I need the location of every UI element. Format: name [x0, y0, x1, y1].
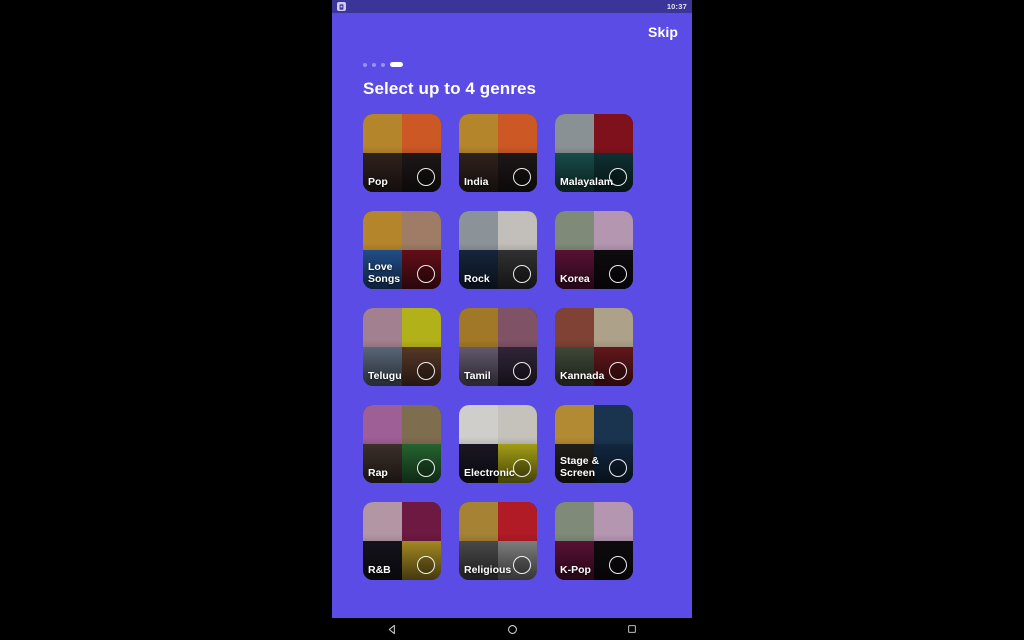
- album-art-tile: [459, 211, 498, 250]
- album-art-tile: [459, 502, 498, 541]
- album-art-tile: [555, 541, 594, 580]
- genre-select-toggle[interactable]: [609, 168, 627, 186]
- album-art-tile: [459, 541, 498, 580]
- album-art-tile: [363, 541, 402, 580]
- album-art-tile: [594, 211, 633, 250]
- album-art-tile: [363, 114, 402, 153]
- genre-card[interactable]: Pop: [363, 114, 441, 192]
- album-art-tile: [459, 347, 498, 386]
- genre-card[interactable]: Stage & Screen: [555, 405, 633, 483]
- recents-square-icon[interactable]: [615, 618, 649, 640]
- genre-select-toggle[interactable]: [417, 556, 435, 574]
- skip-button[interactable]: Skip: [648, 24, 678, 40]
- genre-select-toggle[interactable]: [609, 556, 627, 574]
- album-art-tile: [555, 250, 594, 289]
- album-art-tile: [459, 444, 498, 483]
- album-art-tile: [459, 114, 498, 153]
- album-art-tile: [402, 502, 441, 541]
- phone-viewport: 10:37 Skip Select up to 4 genres Pop Indi…: [332, 0, 692, 640]
- genre-card[interactable]: Telugu: [363, 308, 441, 386]
- album-art-tile: [555, 308, 594, 347]
- genre-card[interactable]: Malayalam: [555, 114, 633, 192]
- genre-card[interactable]: Rap: [363, 405, 441, 483]
- album-art-tile: [459, 153, 498, 192]
- album-art-tile: [363, 405, 402, 444]
- album-art-tile: [555, 153, 594, 192]
- back-triangle-icon[interactable]: [375, 618, 409, 640]
- skip-row: Skip: [332, 13, 692, 40]
- home-circle-icon[interactable]: [495, 618, 529, 640]
- album-art-tile: [594, 502, 633, 541]
- album-art-tile: [363, 444, 402, 483]
- album-art-tile: [498, 405, 537, 444]
- screen-frame: 10:37 Skip Select up to 4 genres Pop Indi…: [0, 0, 1024, 640]
- album-art-tile: [594, 114, 633, 153]
- album-art-tile: [555, 502, 594, 541]
- genre-select-toggle[interactable]: [609, 459, 627, 477]
- album-art-tile: [555, 211, 594, 250]
- album-art-tile: [459, 405, 498, 444]
- album-art-tile: [363, 308, 402, 347]
- genre-select-toggle[interactable]: [513, 265, 531, 283]
- pagination-dot-1[interactable]: [363, 62, 367, 67]
- genre-card[interactable]: Korea: [555, 211, 633, 289]
- genre-card[interactable]: Tamil: [459, 308, 537, 386]
- pagination-dot-2[interactable]: [372, 62, 376, 67]
- album-art-tile: [363, 211, 402, 250]
- genre-select-toggle[interactable]: [417, 265, 435, 283]
- app-notification-icon: [337, 2, 346, 11]
- album-art-tile: [498, 502, 537, 541]
- genre-card[interactable]: Kannada: [555, 308, 633, 386]
- genre-card[interactable]: Love Songs: [363, 211, 441, 289]
- album-art-tile: [402, 405, 441, 444]
- pagination-dot-4[interactable]: [390, 62, 403, 67]
- album-art-tile: [363, 502, 402, 541]
- album-art-tile: [402, 114, 441, 153]
- pagination-dot-3[interactable]: [381, 62, 385, 67]
- status-bar: 10:37: [332, 0, 692, 13]
- genre-select-toggle[interactable]: [609, 265, 627, 283]
- album-art-tile: [555, 347, 594, 386]
- album-art-tile: [459, 308, 498, 347]
- album-art-tile: [363, 347, 402, 386]
- album-art-tile: [459, 250, 498, 289]
- album-art-tile: [555, 405, 594, 444]
- genre-card[interactable]: Rock: [459, 211, 537, 289]
- album-art-tile: [594, 308, 633, 347]
- album-art-tile: [402, 211, 441, 250]
- album-art-tile: [402, 308, 441, 347]
- album-art-tile: [498, 114, 537, 153]
- genre-select-toggle[interactable]: [513, 459, 531, 477]
- genre-card[interactable]: Electronic: [459, 405, 537, 483]
- genre-select-toggle[interactable]: [513, 168, 531, 186]
- album-art-tile: [498, 308, 537, 347]
- genre-card[interactable]: K-Pop: [555, 502, 633, 580]
- genre-select-toggle[interactable]: [513, 556, 531, 574]
- genre-card[interactable]: Religious: [459, 502, 537, 580]
- album-art-tile: [555, 114, 594, 153]
- genre-select-toggle[interactable]: [417, 168, 435, 186]
- pagination-dots: [332, 40, 692, 67]
- album-art-tile: [363, 153, 402, 192]
- genre-grid: Pop India Malayalam Love Songs Rock Korea Telu…: [332, 99, 692, 580]
- genre-select-toggle[interactable]: [417, 459, 435, 477]
- album-art-tile: [594, 405, 633, 444]
- page-title: Select up to 4 genres: [363, 79, 537, 98]
- album-art-tile: [498, 211, 537, 250]
- android-nav-bar: [332, 618, 692, 640]
- genre-select-toggle[interactable]: [513, 362, 531, 380]
- album-art-tile: [555, 444, 594, 483]
- genre-select-toggle[interactable]: [609, 362, 627, 380]
- genre-card[interactable]: India: [459, 114, 537, 192]
- genre-card[interactable]: R&B: [363, 502, 441, 580]
- album-art-tile: [363, 250, 402, 289]
- genre-select-toggle[interactable]: [417, 362, 435, 380]
- status-bar-clock: 10:37: [666, 2, 687, 11]
